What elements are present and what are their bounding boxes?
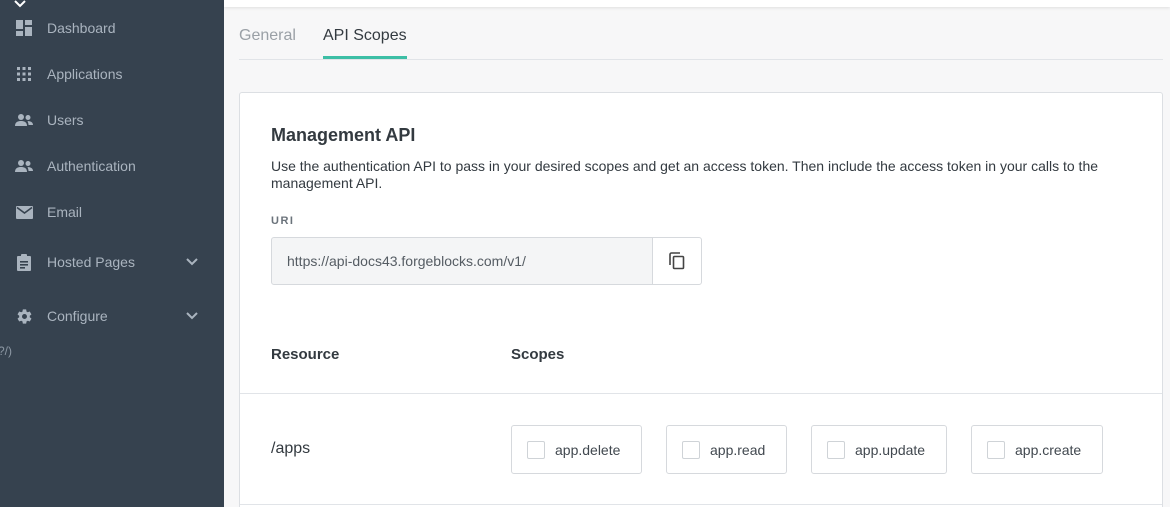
scope-checkbox[interactable] bbox=[527, 441, 545, 459]
users-icon bbox=[15, 111, 33, 129]
gear-icon bbox=[15, 307, 33, 325]
sidebar-item-label: Users bbox=[47, 112, 84, 128]
tab-bar: General API Scopes bbox=[239, 20, 1163, 60]
sidebar-item-label: Dashboard bbox=[47, 20, 116, 36]
chevron-down-icon[interactable] bbox=[184, 308, 200, 324]
apps-grid-icon bbox=[15, 65, 33, 83]
sidebar-item-users[interactable]: Users bbox=[0, 105, 224, 135]
scope-app-create[interactable]: app.create bbox=[971, 425, 1103, 474]
sidebar-item-label: Configure bbox=[47, 308, 108, 324]
clipboard-icon bbox=[15, 253, 33, 271]
scope-label: app.update bbox=[855, 442, 926, 458]
uri-label: URI bbox=[271, 215, 295, 227]
scope-app-delete[interactable]: app.delete bbox=[511, 425, 642, 474]
scope-label: app.read bbox=[710, 442, 766, 458]
sidebar-item-label: Hosted Pages bbox=[47, 254, 135, 270]
email-icon bbox=[15, 203, 33, 221]
main-content: General API Scopes Management API Use th… bbox=[224, 0, 1170, 507]
sidebar-item-configure[interactable]: Configure bbox=[0, 301, 224, 331]
scope-app-read[interactable]: app.read bbox=[666, 425, 787, 474]
sidebar: Dashboard Applications Users Authenticat… bbox=[0, 0, 224, 507]
scope-label: app.create bbox=[1015, 442, 1082, 458]
copy-button[interactable] bbox=[652, 237, 702, 285]
top-bar bbox=[224, 0, 1170, 7]
scope-app-update[interactable]: app.update bbox=[811, 425, 947, 474]
scope-checkbox[interactable] bbox=[682, 441, 700, 459]
column-header-resource: Resource bbox=[271, 346, 340, 363]
sidebar-item-label: Email bbox=[47, 204, 83, 220]
copy-icon bbox=[669, 252, 685, 270]
scope-checkbox[interactable] bbox=[987, 441, 1005, 459]
scope-label: app.delete bbox=[555, 442, 621, 458]
sidebar-item-hosted-pages[interactable]: Hosted Pages bbox=[0, 247, 224, 277]
sidebar-item-dashboard[interactable]: Dashboard bbox=[0, 13, 224, 43]
resource-path: /apps bbox=[271, 440, 311, 457]
sidebar-item-email[interactable]: Email bbox=[0, 197, 224, 227]
sidebar-item-authentication[interactable]: Authentication bbox=[0, 151, 224, 181]
dashboard-icon bbox=[15, 19, 33, 37]
stray-text: ?/) bbox=[0, 344, 13, 358]
tab-api-scopes[interactable]: API Scopes bbox=[323, 27, 407, 59]
chevron-down-icon[interactable] bbox=[13, 0, 27, 11]
column-header-scopes: Scopes bbox=[511, 346, 565, 363]
management-api-card: Management API Use the authentication AP… bbox=[239, 92, 1163, 507]
divider bbox=[240, 393, 1162, 394]
divider bbox=[240, 504, 1162, 505]
card-title: Management API bbox=[271, 125, 416, 145]
sidebar-item-label: Applications bbox=[47, 66, 123, 82]
tab-general[interactable]: General bbox=[239, 27, 296, 60]
card-description: Use the authentication API to pass in yo… bbox=[271, 158, 1099, 191]
authentication-icon bbox=[15, 157, 33, 175]
chevron-down-icon[interactable] bbox=[184, 254, 200, 270]
sidebar-item-label: Authentication bbox=[47, 158, 136, 174]
sidebar-item-applications[interactable]: Applications bbox=[0, 59, 224, 89]
uri-field[interactable]: https://api-docs43.forgeblocks.com/v1/ bbox=[271, 237, 653, 285]
scope-checkbox[interactable] bbox=[827, 441, 845, 459]
